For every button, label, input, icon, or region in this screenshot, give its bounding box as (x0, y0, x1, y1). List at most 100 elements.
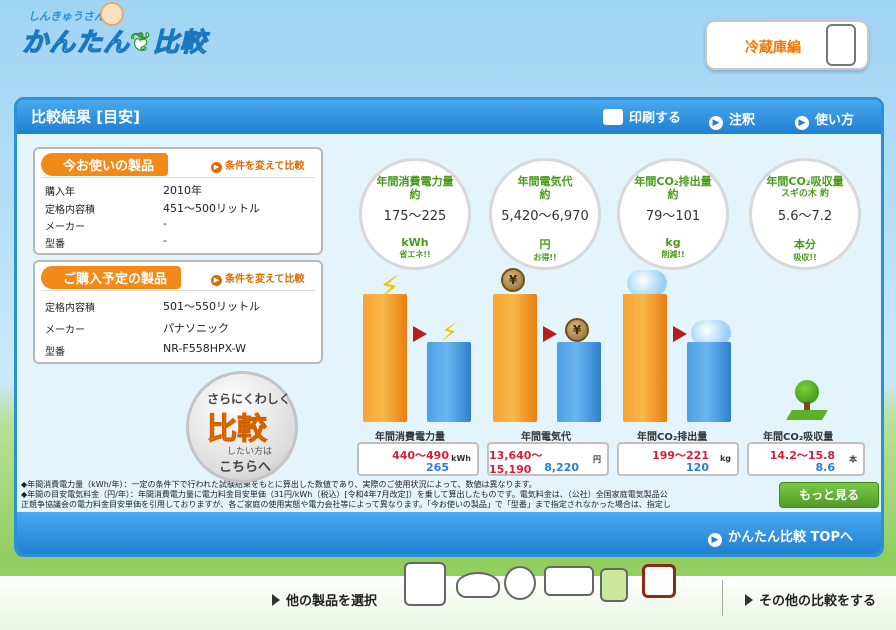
unit-label: kWh (451, 454, 471, 463)
current-product-title: 今お使いの製品 (41, 153, 169, 176)
unit-label: 円 (593, 455, 601, 464)
planned-change-label: 条件を変えて比較 (225, 274, 305, 285)
play-icon: ▶ (795, 116, 809, 130)
bar-planned-power (427, 342, 471, 422)
stat-value: 175～225 (383, 209, 447, 224)
unit-label: 本 (849, 455, 857, 464)
print-label: 印刷する (629, 111, 682, 126)
row-label: メーカー (45, 325, 85, 336)
logo-text-2: 比較 (152, 27, 207, 58)
leaf-icon: ❦ (129, 27, 153, 58)
triangle-icon (272, 594, 280, 606)
arrow-icon (543, 326, 557, 342)
page-title: 比較結果 [目安] (31, 108, 140, 126)
mascot-appliance-icon (600, 568, 628, 602)
mascot-rice-cooker-icon (456, 572, 500, 598)
bar-planned-co2 (687, 342, 731, 422)
stat-unit: kWh (401, 236, 429, 249)
panel-footer: ▶ かんたん比較 TOPへ (17, 512, 881, 554)
value-box: 440～490 265 kWh (357, 442, 479, 476)
row-label: 定格内容積 (45, 205, 95, 216)
stat-sub: 吸収!! (793, 253, 817, 262)
results-area: 今お使いの製品 ▶ 条件を変えて比較 購入年 2010年 定格内容積 451～50… (17, 134, 881, 512)
other-compare-label: その他の比較をする (759, 594, 877, 609)
more-button[interactable]: もっと見る (779, 482, 879, 508)
stat-unit: 本分 (794, 238, 816, 251)
stat-label-sub: 約 (409, 188, 421, 201)
stat-label: 年間消費電力量 (376, 175, 454, 188)
category-label: 年間CO₂吸収量 (763, 432, 834, 443)
stat-value: 79～101 (645, 209, 701, 224)
results-panel: 比較結果 [目安] 印刷する ▶ 注釈 ▶ 使い方 今お使いの製品 ▶ 条件を変えて比… (14, 97, 884, 557)
mascot-aircon-icon (544, 566, 594, 596)
coin-icon: ¥ (501, 268, 525, 292)
select-other-product-link[interactable]: 他の製品を選択 (272, 590, 377, 609)
notes: ◆年間消費電力量（kWh/年）：一定の条件下で行われた試験結果をもとに算出した数… (21, 480, 781, 510)
row-label: 型番 (45, 347, 65, 358)
row-value: パナソニック (163, 322, 229, 335)
unit-label: kg (719, 454, 731, 463)
stat-power: 年間消費電力量 約 175～225 kWh 省エネ!! (359, 158, 471, 270)
note-line: ◆年間消費電力量（kWh/年）：一定の条件下で行われた試験結果をもとに算出した数… (21, 480, 537, 489)
category-label: 冷蔵庫編 (745, 40, 801, 56)
planned-value: 8,220 (544, 461, 579, 474)
stat-sub: お得!! (533, 253, 557, 262)
stat-label-sub: 約 (539, 188, 551, 201)
stat-label-sub: 約 (667, 188, 679, 201)
stat-value: 5.6～7.2 (777, 209, 833, 224)
current-product-card: 今お使いの製品 ▶ 条件を変えて比較 購入年 2010年 定格内容積 451～50… (33, 147, 323, 255)
top-link[interactable]: ▶ かんたん比較 TOPへ (708, 526, 853, 547)
row-value: - (163, 217, 167, 230)
print-button[interactable]: 印刷する (603, 107, 681, 126)
bar-planned-cost (557, 342, 601, 422)
mascot-fridge-icon (404, 562, 446, 606)
stat-label: 年間電気代 (517, 175, 573, 188)
current-change-label: 条件を変えて比較 (225, 161, 305, 172)
stat-label: 年間CO₂吸収量 (766, 175, 844, 188)
detail-compare-button[interactable]: さらにくわしく 比較 したい方は こちらへ (186, 371, 298, 483)
top-link-label: かんたん比較 TOPへ (728, 530, 853, 545)
planned-product-card: ご購入予定の製品 ▶ 条件を変えて比較 定格内容積 501～550リットル メーカ… (33, 260, 323, 364)
play-icon: ▶ (709, 116, 723, 130)
howto-button[interactable]: ▶ 使い方 (795, 109, 854, 130)
cloud-icon (627, 270, 667, 296)
coin-icon: ¥ (565, 318, 589, 342)
note-line: ◆年間の目安電気料金（円/年）：年間消費電力量に電力料金目安単価（31円/kWh… (21, 490, 668, 499)
row-value: 451～500リットル (163, 202, 260, 215)
panel-header: 比較結果 [目安] 印刷する ▶ 注釈 ▶ 使い方 (17, 100, 881, 134)
other-compare-link[interactable]: その他の比較をする (745, 590, 876, 609)
row-label: 定格内容積 (45, 303, 95, 314)
planned-product-title: ご購入予定の製品 (41, 266, 182, 289)
notes-label: 注釈 (729, 113, 756, 128)
play-icon: ▶ (708, 533, 723, 547)
current-change-link[interactable]: ▶ 条件を変えて比較 (211, 157, 305, 173)
mascot-tv-icon (642, 564, 676, 598)
value-box: 199～221 120 kg (617, 442, 739, 476)
logo[interactable]: かんたん❦比較 (21, 22, 207, 59)
planned-value: 265 (426, 461, 449, 474)
divider (41, 177, 315, 178)
stat-sub: 削減!! (661, 250, 685, 259)
bar-current-co2 (623, 294, 667, 422)
mascot-bulb-icon (504, 566, 536, 600)
detail-line2: 比較 (207, 412, 268, 448)
note-line: 正競争協議会の電力料金目安単価を引用しておりますが、各ご家庭の使用実態や電力会社… (21, 500, 671, 509)
planned-change-link[interactable]: ▶ 条件を変えて比較 (211, 270, 305, 286)
value-box: 13,640～15,190 8,220 円 (487, 442, 609, 476)
tree-icon (786, 380, 828, 420)
value-box: 14.2～15.8 8.6 本 (747, 442, 865, 476)
stat-value: 5,420～6,970 (501, 209, 589, 224)
bar-current-power (363, 294, 407, 422)
notes-button[interactable]: ▶ 注釈 (709, 109, 755, 130)
printer-icon (603, 109, 623, 125)
divider (41, 290, 315, 291)
stat-unit: kg (665, 236, 681, 249)
stat-unit: 円 (539, 238, 551, 251)
logo-text-1: かんたん (21, 27, 131, 58)
stat-label-sub: スギの木 約 (780, 189, 830, 199)
row-value: 501～550リットル (163, 300, 260, 313)
divider (722, 580, 723, 616)
category-label: 年間消費電力量 (375, 432, 445, 443)
arrow-icon (673, 326, 687, 342)
stat-label: 年間CO₂排出量 (634, 175, 712, 188)
